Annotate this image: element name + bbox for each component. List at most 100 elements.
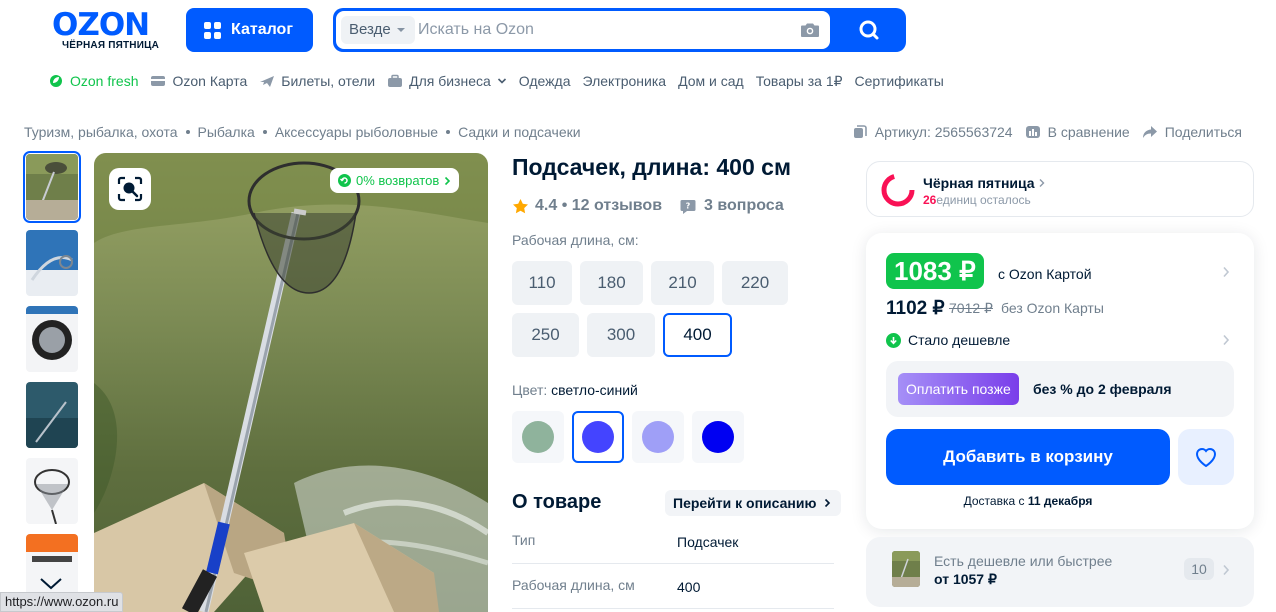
catalog-button[interactable]: Каталог [186,8,313,52]
cheaper-offers-card[interactable]: Есть дешевле или быстрее от 1057 ₽ 10 [866,537,1254,607]
nav-item-clothes[interactable]: Одежда [519,73,571,89]
size-option[interactable]: 300 [587,313,655,357]
nav-label: Ozon fresh [70,73,139,89]
black-friday-icon [881,173,915,207]
cheaper-offers-title: Есть дешевле или быстрее [934,553,1113,569]
chevron-down-icon [497,78,506,84]
svg-text:?: ? [686,201,691,210]
offer-thumbnail [892,551,920,587]
cheaper-offers-price: от 1057 ₽ [934,571,997,587]
nav-item-business[interactable]: Для бизнеса [387,73,507,89]
thumbnail[interactable] [26,382,78,448]
share-label: Поделиться [1164,124,1242,140]
rating-reviews-link[interactable]: 4.4 • 12 отзывов [535,197,662,215]
breadcrumb-item[interactable]: Садки и подсачеки [458,124,581,140]
size-option-selected[interactable]: 400 [663,313,732,357]
thumbnail[interactable] [26,230,78,296]
thumbnail[interactable] [26,458,78,524]
add-to-cart-button[interactable]: Добавить в корзину [886,429,1170,485]
breadcrumb-item[interactable]: Туризм, рыбалка, охота [24,124,178,140]
product-main-image[interactable] [94,153,488,612]
rating-row: 4.4 • 12 отзывов ? 3 вопроса [512,197,784,215]
nav-item-ozon-card[interactable]: Ozon Карта [150,73,247,89]
nav-item-ozon-fresh[interactable]: Ozon fresh [48,73,138,89]
article-label: Артикул: 2565563724 [874,124,1013,140]
nav-label: Товары за 1₽ [755,72,843,89]
compare-button[interactable]: В сравнение [1025,124,1130,140]
nav-item-certificates[interactable]: Сертификаты [855,73,944,89]
size-option[interactable]: 110 [512,261,572,305]
questions-link[interactable]: ? 3 вопроса [680,197,784,215]
thumbnail[interactable] [26,306,78,372]
size-option[interactable]: 180 [580,261,643,305]
goto-description-label: Перейти к описанию [673,495,817,511]
chevron-right-icon[interactable] [1222,334,1230,346]
chevron-down-icon[interactable] [38,575,64,591]
arrow-down-icon [886,332,901,348]
favorite-button[interactable] [1178,429,1234,485]
delivery-info: Доставка с 11 декабря [866,494,1190,508]
nav-label: Билеты, отели [281,73,376,89]
nav-label: Одежда [518,73,571,89]
old-price: 7012 ₽ [949,300,993,316]
chat-bubble-icon: ? [680,199,696,214]
swatch-dot [642,421,674,453]
thumbnail[interactable] [23,151,81,223]
swatch-dot [582,421,614,453]
logo-text: OZON [52,7,150,43]
nav-item-tickets[interactable]: Билеты, отели [259,73,375,89]
nav-item-one-ruble[interactable]: Товары за 1₽ [756,73,843,90]
share-button[interactable]: Поделиться [1142,124,1242,140]
article-number[interactable]: Артикул: 2565563724 [852,124,1013,140]
nav-item-home-garden[interactable]: Дом и сад [678,73,744,89]
goto-description-button[interactable]: Перейти к описанию [665,490,842,516]
returns-badge[interactable]: 0% возвратов [330,168,460,193]
offers-count-badge: 10 [1184,558,1214,580]
spec-key: Тип [512,532,536,548]
length-label: Рабочая длина, см: [512,232,639,248]
size-option[interactable]: 210 [651,261,714,305]
chevron-right-icon [1223,564,1230,576]
black-friday-banner[interactable]: Чёрная пятница 26единиц осталось [866,161,1254,217]
stock-left: 26единиц осталось [923,193,1031,207]
price-drop-row[interactable]: Стало дешевле [886,332,1010,348]
grid-icon [204,21,221,39]
breadcrumb-separator [446,130,451,134]
breadcrumb-item[interactable]: Рыбалка [198,124,255,140]
plane-icon [260,76,275,87]
briefcase-icon [388,74,403,87]
color-swatch-selected[interactable] [572,411,624,463]
spec-key: Рабочая длина, см [512,577,635,593]
stock-label: единиц осталось [936,193,1031,207]
search-box: Везде [336,11,830,49]
nav-label: Ozon Карта [172,73,248,89]
top-nav: Ozon fresh Ozon Карта Билеты, отели Для … [48,72,944,90]
stock-count: 26 [923,193,937,207]
heart-icon [1195,448,1217,468]
search-scope-dropdown[interactable]: Везде [341,16,415,44]
regular-price-label: без Ozon Карты [1001,300,1104,316]
size-option[interactable]: 220 [722,261,788,305]
size-option[interactable]: 250 [512,313,579,357]
nav-label: Электроника [582,73,667,89]
chevron-right-icon[interactable] [1222,266,1230,278]
breadcrumb-separator [185,130,190,134]
search-input[interactable] [418,11,788,49]
color-swatch[interactable] [632,411,684,463]
color-label: Цвет: [512,382,548,398]
nav-label: Сертификаты [854,73,944,89]
about-heading: О товаре [512,491,602,513]
price-card: 1083 ₽ с Ozon Картой 1102 ₽ 7012 ₽ без O… [866,233,1254,529]
card-icon [151,76,166,86]
color-swatch[interactable] [512,411,564,463]
ozon-card-price[interactable]: 1083 ₽ [886,253,984,289]
chevron-right-icon [445,176,451,185]
image-search-button[interactable] [109,168,151,210]
nav-item-electronics[interactable]: Электроника [582,73,666,89]
breadcrumb-item[interactable]: Аксессуары рыболовные [275,124,438,140]
camera-icon[interactable] [800,22,820,38]
search-icon[interactable] [850,19,890,41]
pay-later-block[interactable]: Оплатить позже без % до 2 февраля [886,361,1234,417]
ozon-logo[interactable]: OZON ЧЁРНАЯ ПЯТНИЦА [52,7,168,52]
color-swatch[interactable] [692,411,744,463]
